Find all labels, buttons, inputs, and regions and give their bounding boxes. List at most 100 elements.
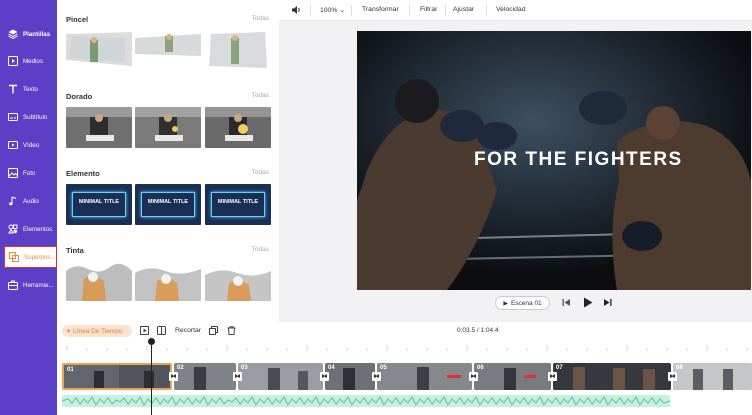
overlay-thumb-element-3[interactable]: MINIMAL TITLE [205,184,271,225]
sidebar-item-label: Plantillas [23,30,51,38]
audio-track[interactable] [62,395,670,407]
zoom-select[interactable]: 100% ⌄ [320,6,345,14]
crop-button[interactable]: Recortar [175,327,201,334]
duplicate-icon[interactable] [209,326,218,337]
volume-icon[interactable] [291,5,301,17]
skip-back-icon[interactable] [562,298,571,309]
playhead-line[interactable] [151,339,152,415]
transition-icon[interactable]: ⧓ [469,372,478,381]
timeline-mode-button[interactable]: ✦ Línea De Tiempo [62,325,132,337]
clip-number: 05 [380,365,387,371]
section-title-golden: Dorado [66,92,93,101]
sidebar-item-elements[interactable]: Elementos [0,218,57,240]
overlay-thumb-brush-3[interactable] [205,30,271,71]
timeline-mode-label: Línea De Tiempo [73,327,123,335]
clip-number: 02 [177,365,184,371]
overlay-thumb-golden-1[interactable] [66,107,132,148]
element-thumb-text: MINIMAL TITLE [217,199,259,205]
overlay-thumb-ink-3[interactable] [205,261,271,301]
playhead-handle[interactable] [148,338,155,345]
sidebar-item-label: Foto [23,169,36,177]
clip-number: 03 [241,365,248,371]
overlay-thumb-element-2[interactable]: MINIMAL TITLE [135,184,201,225]
video-title-text: FOR THE FIGHTERS [474,149,683,170]
transition-icon[interactable]: ⧓ [372,372,381,381]
timeline-clip-03[interactable]: 03 [238,363,323,390]
sidebar-item-label: Subtítulo [23,113,48,121]
timeline-clip-02[interactable]: 02 [174,363,236,390]
transition-icon[interactable]: ⧓ [233,372,242,381]
sidebar: Plantillas Medios Texto Subtítulo Vídeo … [0,0,57,415]
split-icon[interactable] [157,326,166,337]
zoom-value: 100% [320,7,338,14]
view-all-link-ink[interactable]: Todas [252,246,269,253]
overlay-thumb-element-1[interactable]: MINIMAL TITLE [66,184,132,225]
chevron-down-icon: ⌄ [339,7,345,14]
sidebar-item-label: Vídeo [23,141,40,149]
subtitle-icon [7,111,19,123]
video-preview[interactable]: FOR THE FIGHTERS [357,31,751,290]
transition-icon[interactable]: ⧓ [169,372,178,381]
speed-button[interactable]: Velocidad [496,6,525,13]
add-media-icon[interactable] [140,326,149,337]
overlay-thumb-golden-3[interactable] [205,107,271,148]
timeline-ruler[interactable] [57,339,752,352]
sidebar-item-photo[interactable]: Foto [0,162,57,184]
timeline-clip-07[interactable]: 07 [553,363,671,390]
sidebar-item-subtitle[interactable]: Subtítulo [0,106,57,128]
view-all-link-brush[interactable]: Todas [252,15,269,22]
timeline-time: 0:03.5 / 1:04.4 [457,327,499,334]
timeline-clip-01[interactable]: 01 [62,363,172,390]
sidebar-item-audio[interactable]: Audio [0,190,57,212]
transition-icon[interactable]: ⧓ [668,372,677,381]
timeline-toolbar: ✦ Línea De Tiempo Recortar 0:03.5 / 1:04… [57,322,752,339]
tools-icon [7,279,19,291]
overlay-thumb-ink-1[interactable] [66,261,132,301]
photo-icon [7,167,19,179]
sidebar-item-templates[interactable]: Plantillas [0,23,57,45]
filter-button[interactable]: Filtrar [420,6,437,13]
transform-button[interactable]: Transformar [362,6,399,13]
sidebar-item-tools[interactable]: Herramie... [0,274,57,296]
sidebar-item-label: Superpos... [24,253,56,261]
sidebar-item-label: Texto [23,85,38,93]
sidebar-item-label: Herramie... [23,281,54,289]
template-icon [7,28,19,40]
adjust-button[interactable]: Ajustar [453,6,474,13]
scene-play-button[interactable]: ▶ Escena 01 [495,296,550,310]
timeline-clip-08[interactable]: 08 [673,363,752,390]
element-thumb-text: MINIMAL TITLE [78,199,120,205]
sidebar-item-label: Medios [23,57,43,65]
clip-number: 07 [556,365,563,371]
sidebar-item-text[interactable]: Texto [0,78,57,100]
overlay-thumb-ink-2[interactable] [135,261,201,301]
delete-icon[interactable] [227,326,236,337]
overlay-thumb-brush-2[interactable] [135,30,201,71]
transition-icon[interactable]: ⧓ [320,372,329,381]
overlay-panel: Pincel Todas Dorado Todas Elemento Todas… [57,0,279,322]
transition-icon[interactable]: ⧓ [548,372,557,381]
clip-number: 01 [67,367,74,373]
sidebar-item-media[interactable]: Medios [0,50,57,72]
clip-number: 06 [477,365,484,371]
sidebar-item-video[interactable]: Vídeo [0,134,57,156]
text-icon [7,83,19,95]
play-icon[interactable] [583,297,593,310]
audio-waveform [62,396,670,406]
timeline-clip-04[interactable]: 04 [325,363,375,390]
element-thumb-text: MINIMAL TITLE [147,199,189,205]
editor-toolbar: 100% ⌄ Transformar Filtrar Ajustar Veloc… [279,0,752,21]
skip-forward-icon[interactable] [603,298,612,309]
timeline-clip-06[interactable]: 06 [474,363,551,390]
overlay-thumb-golden-2[interactable] [135,107,201,148]
scene-label: Escena 01 [510,299,542,307]
clip-number: 04 [328,365,335,371]
sidebar-item-label: Elementos [23,225,53,233]
overlay-thumb-brush-1[interactable] [66,30,132,71]
timeline-clip-05[interactable]: 05 [377,363,472,390]
view-all-link-golden[interactable]: Todas [252,92,269,99]
view-all-link-element[interactable]: Todas [252,169,269,176]
play-icon: ▶ [503,300,508,307]
sidebar-item-overlay[interactable]: Superpos... [4,246,57,268]
sparkle-icon: ✦ [66,328,72,335]
